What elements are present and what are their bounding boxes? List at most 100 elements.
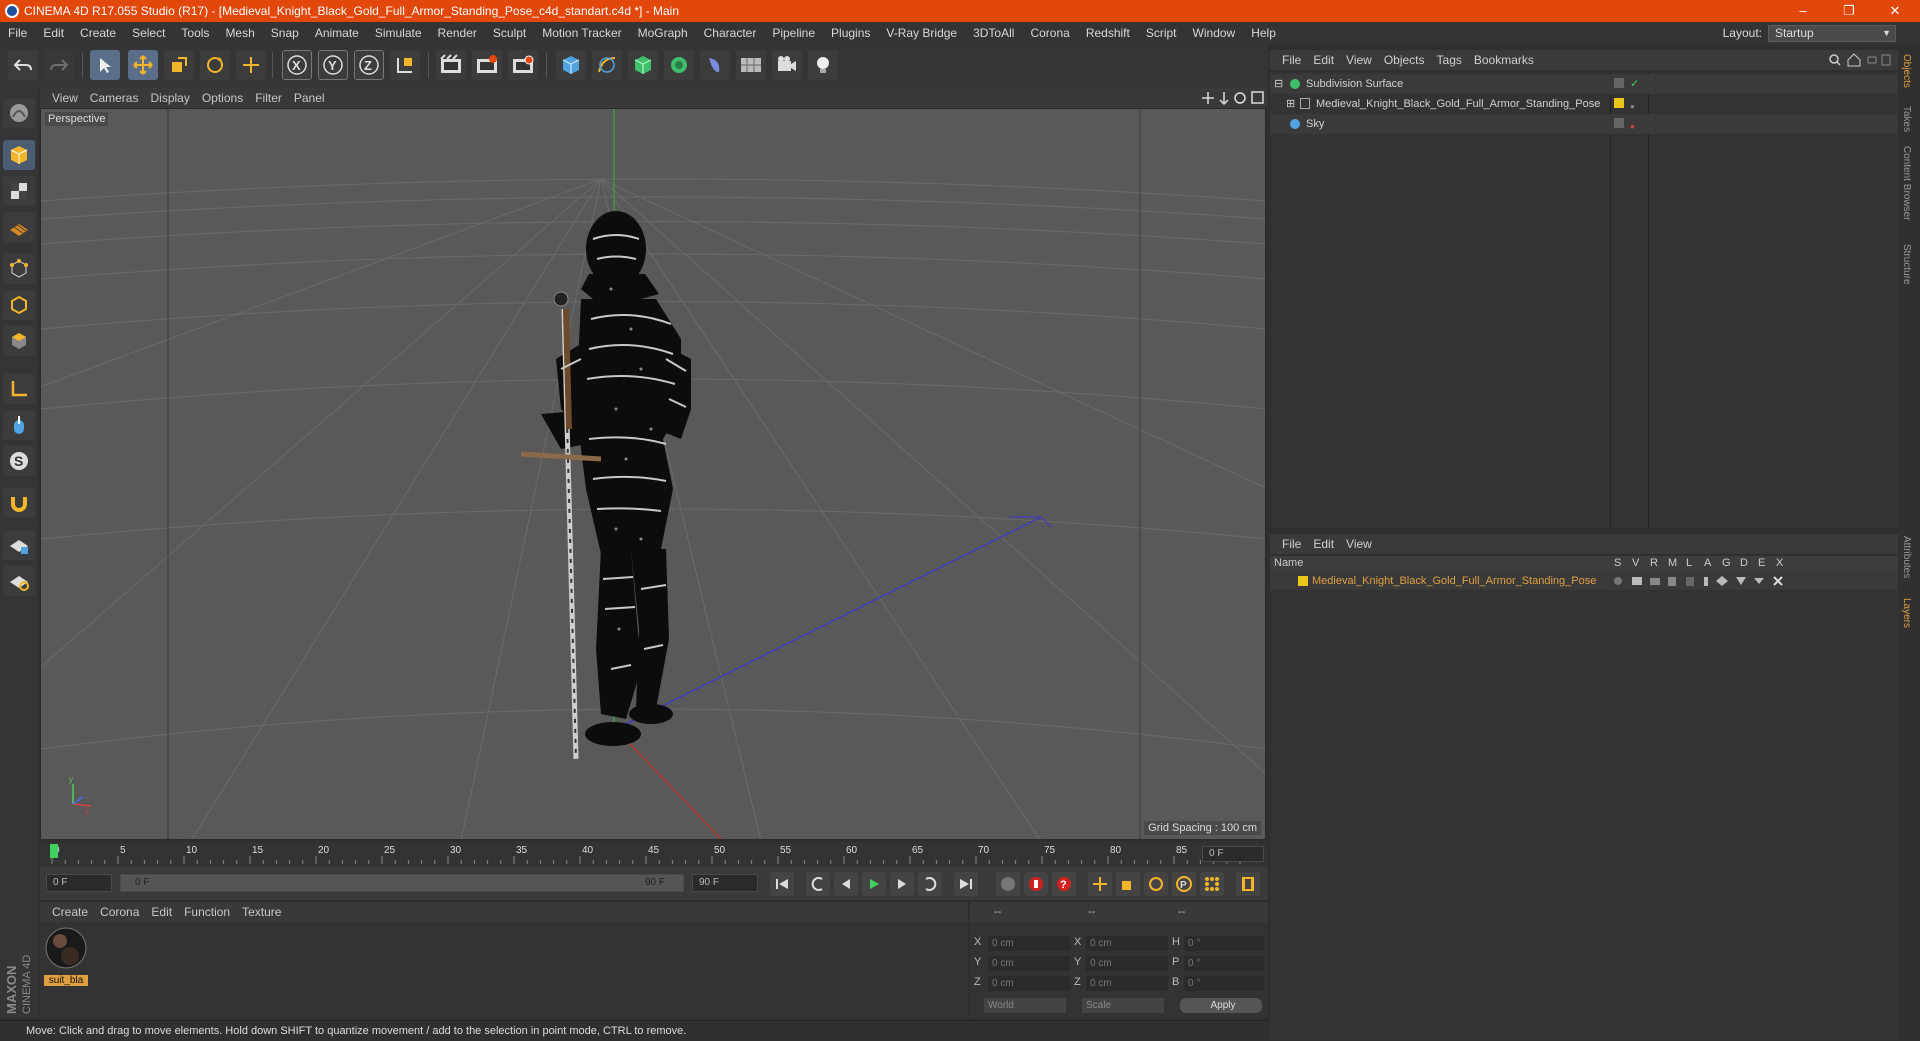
3d-viewport[interactable]: y z Perspective Grid Spacing : 100 cm bbox=[40, 108, 1266, 840]
timeline-ruler[interactable]: 051015202530354045505560657075808590 0 F bbox=[40, 842, 1268, 866]
layout-dropdown[interactable]: Startup ▼ bbox=[1768, 24, 1896, 42]
go-to-end-icon[interactable] bbox=[954, 872, 978, 896]
key-scale-icon[interactable] bbox=[1116, 872, 1140, 896]
material-swatch[interactable]: suit_bla bbox=[44, 926, 88, 986]
size-z-field[interactable]: 0 cm bbox=[1086, 976, 1168, 991]
menu-pipeline[interactable]: Pipeline bbox=[764, 26, 823, 40]
size-y-field[interactable]: 0 cm bbox=[1086, 956, 1168, 971]
viewport-menu-panel[interactable]: Panel bbox=[294, 91, 325, 105]
start-frame-field[interactable]: 0 F bbox=[46, 874, 112, 892]
cube-object-icon[interactable] bbox=[556, 50, 586, 80]
menu-plugins[interactable]: Plugins bbox=[823, 26, 878, 40]
menu-corona[interactable]: Corona bbox=[1022, 26, 1077, 40]
menu-mesh[interactable]: Mesh bbox=[217, 26, 262, 40]
tab-attributes[interactable]: Attributes bbox=[1901, 536, 1912, 578]
frame-range-slider[interactable]: 0 F 90 F bbox=[120, 874, 684, 892]
layer-tag-icon[interactable] bbox=[1614, 78, 1624, 88]
material-manager-area[interactable]: suit_bla bbox=[40, 922, 968, 1018]
restore-button[interactable]: ❐ bbox=[1826, 0, 1872, 22]
layer-row[interactable]: Medieval_Knight_Black_Gold_Full_Armor_St… bbox=[1270, 572, 1898, 590]
menu-redshift[interactable]: Redshift bbox=[1078, 26, 1138, 40]
material-menu-create[interactable]: Create bbox=[52, 905, 88, 919]
object-menu-view[interactable]: View bbox=[1346, 53, 1372, 67]
previous-key-icon[interactable] bbox=[806, 872, 830, 896]
magnet-icon[interactable] bbox=[3, 488, 35, 518]
menu-create[interactable]: Create bbox=[72, 26, 124, 40]
object-menu-bookmarks[interactable]: Bookmarks bbox=[1474, 53, 1534, 67]
rotate-tool-icon[interactable] bbox=[200, 50, 230, 80]
previous-frame-icon[interactable] bbox=[834, 872, 858, 896]
layer-manager-list[interactable]: Medieval_Knight_Black_Gold_Full_Armor_St… bbox=[1270, 572, 1898, 1040]
position-x-field[interactable]: 0 cm bbox=[988, 936, 1070, 951]
rotation-p-field[interactable]: 0 ° bbox=[1184, 956, 1264, 971]
menu-select[interactable]: Select bbox=[124, 26, 173, 40]
menu-v-ray-bridge[interactable]: V-Ray Bridge bbox=[878, 26, 965, 40]
object-row[interactable]: ⊞ Medieval_Knight_Black_Gold_Full_Armor_… bbox=[1270, 94, 1898, 114]
spline-pen-icon[interactable] bbox=[592, 50, 622, 80]
enabled-check-icon[interactable]: ✓ bbox=[1630, 74, 1639, 94]
key-parameter-icon[interactable]: P bbox=[1172, 872, 1196, 896]
scale-tool-icon[interactable] bbox=[164, 50, 194, 80]
current-frame-field[interactable]: 0 F bbox=[1202, 846, 1264, 862]
undo-button[interactable] bbox=[8, 50, 38, 80]
keyframe-selection-icon[interactable]: ? bbox=[1052, 872, 1076, 896]
auto-keying-icon[interactable] bbox=[1024, 872, 1048, 896]
menu-motion-tracker[interactable]: Motion Tracker bbox=[534, 26, 629, 40]
floor-environment-icon[interactable] bbox=[736, 50, 766, 80]
texture-mode-icon[interactable] bbox=[3, 176, 35, 206]
layer-menu-file[interactable]: File bbox=[1282, 537, 1301, 551]
position-z-field[interactable]: 0 cm bbox=[988, 976, 1070, 991]
material-menu-function[interactable]: Function bbox=[184, 905, 230, 919]
layer-toggle-icons[interactable] bbox=[1612, 575, 1792, 587]
material-menu-edit[interactable]: Edit bbox=[151, 905, 172, 919]
viewport-menu-display[interactable]: Display bbox=[150, 91, 189, 105]
key-position-icon[interactable] bbox=[1088, 872, 1112, 896]
object-menu-objects[interactable]: Objects bbox=[1384, 53, 1425, 67]
viewport-menu-options[interactable]: Options bbox=[202, 91, 243, 105]
coordinate-space-dropdown[interactable]: World bbox=[984, 998, 1066, 1013]
viewport-menu-filter[interactable]: Filter bbox=[255, 91, 282, 105]
menu-snap[interactable]: Snap bbox=[263, 26, 307, 40]
planar-workplane-icon[interactable] bbox=[3, 566, 35, 596]
menu-mograph[interactable]: MoGraph bbox=[630, 26, 696, 40]
playhead[interactable] bbox=[50, 844, 58, 858]
render-picture-viewer-icon[interactable] bbox=[472, 50, 502, 80]
deformer-icon[interactable] bbox=[700, 50, 730, 80]
edges-mode-icon[interactable] bbox=[3, 290, 35, 320]
locked-workplane-icon[interactable] bbox=[3, 530, 35, 560]
workplane-mode-icon[interactable] bbox=[3, 212, 35, 242]
minimize-button[interactable]: – bbox=[1780, 0, 1826, 22]
layer-color-swatch[interactable] bbox=[1298, 576, 1308, 586]
transform-tool-icon[interactable] bbox=[236, 50, 266, 80]
play-icon[interactable] bbox=[862, 872, 886, 896]
redo-button[interactable] bbox=[44, 50, 74, 80]
axis-mode-icon[interactable] bbox=[3, 374, 35, 404]
x-axis-lock-icon[interactable]: X bbox=[282, 50, 312, 80]
material-menu-corona[interactable]: Corona bbox=[100, 905, 139, 919]
key-rotation-icon[interactable] bbox=[1144, 872, 1168, 896]
record-keys-icon[interactable] bbox=[996, 872, 1020, 896]
light-icon[interactable] bbox=[808, 50, 838, 80]
close-button[interactable]: ✕ bbox=[1872, 0, 1918, 22]
menu-tools[interactable]: Tools bbox=[173, 26, 217, 40]
select-tool-icon[interactable] bbox=[90, 50, 120, 80]
camera-icon[interactable] bbox=[772, 50, 802, 80]
collapse-icon[interactable]: ⊟ bbox=[1274, 74, 1283, 94]
tab-structure[interactable]: Structure bbox=[1901, 244, 1912, 285]
tab-layers[interactable]: Layers bbox=[1901, 598, 1912, 628]
object-menu-edit[interactable]: Edit bbox=[1313, 53, 1334, 67]
menu-render[interactable]: Render bbox=[430, 26, 485, 40]
polygons-mode-icon[interactable] bbox=[3, 326, 35, 356]
expand-icon[interactable]: ⊞ bbox=[1286, 94, 1295, 114]
menu-window[interactable]: Window bbox=[1185, 26, 1244, 40]
layer-color-icon[interactable] bbox=[1614, 98, 1624, 108]
object-row[interactable]: ⊟ Subdivision Surface ✓ bbox=[1270, 74, 1898, 94]
position-y-field[interactable]: 0 cm bbox=[988, 956, 1070, 971]
viewport-menu-view[interactable]: View bbox=[52, 91, 78, 105]
viewport-menu-cameras[interactable]: Cameras bbox=[90, 91, 139, 105]
subdivision-surface-icon[interactable] bbox=[628, 50, 658, 80]
menu-sculpt[interactable]: Sculpt bbox=[485, 26, 534, 40]
go-to-start-icon[interactable] bbox=[770, 872, 794, 896]
apply-button[interactable]: Apply bbox=[1180, 998, 1262, 1013]
points-mode-icon[interactable] bbox=[3, 254, 35, 284]
